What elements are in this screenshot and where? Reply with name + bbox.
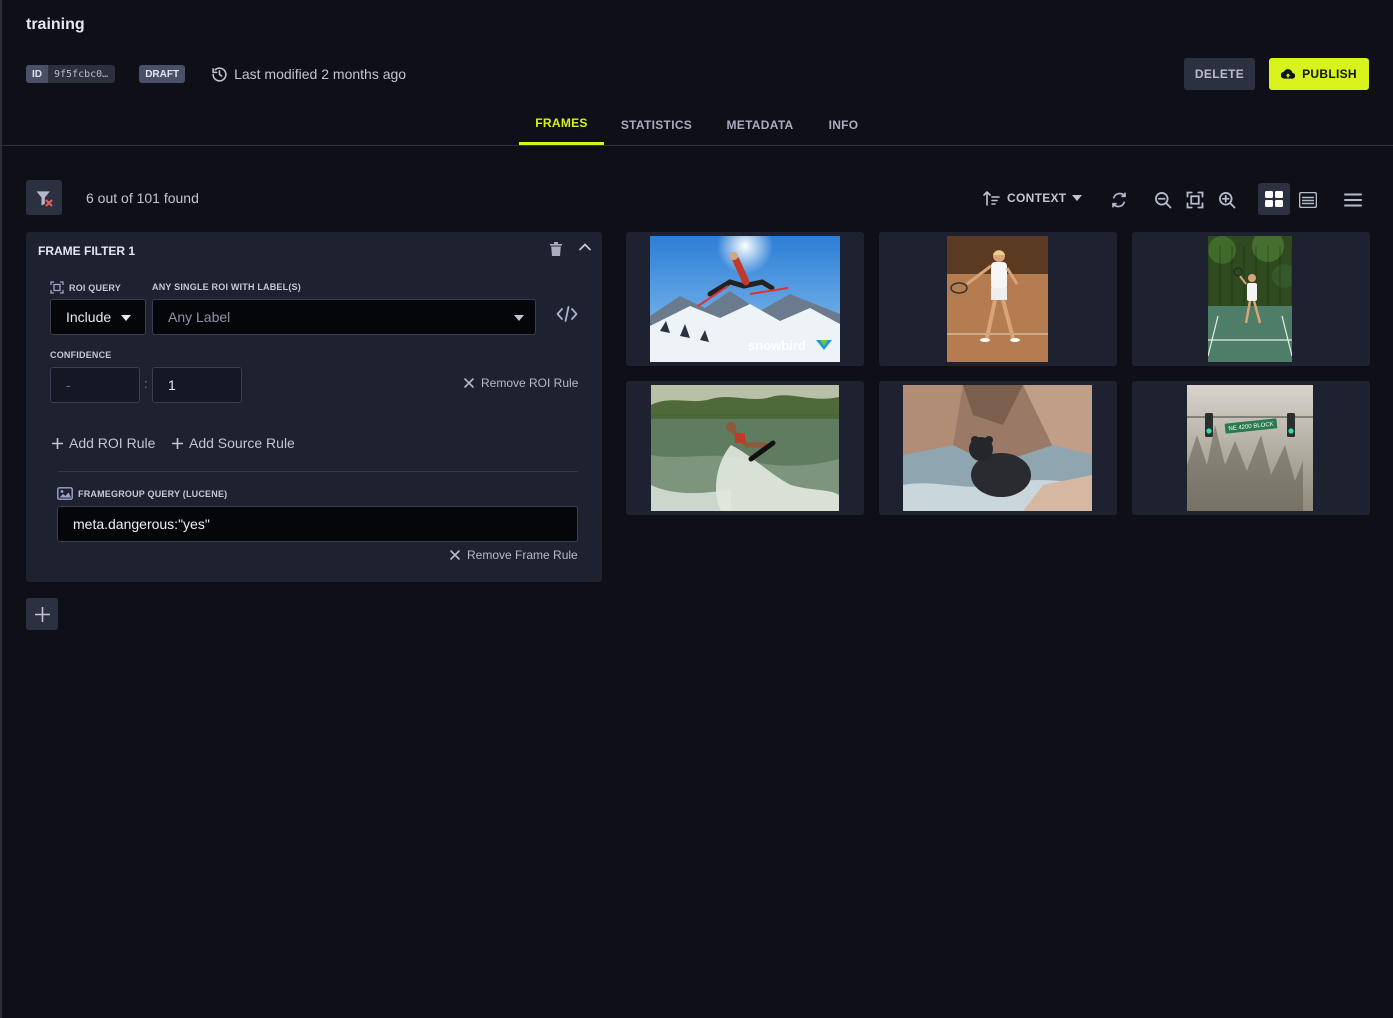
menu-icon[interactable] [1341,188,1365,212]
tab-info[interactable]: INFO [819,104,868,145]
confidence-min-input[interactable]: - [50,367,140,403]
remove-roi-rule-link[interactable]: Remove ROI Rule [464,376,578,390]
sort-dropdown[interactable]: CONTEXT [983,190,1083,206]
id-badge-label: ID [26,65,48,83]
close-icon [464,378,474,388]
chevron-up-icon[interactable] [578,240,592,259]
tab-frames[interactable]: FRAMES [519,104,604,145]
tab-bar: FRAMES STATISTICS METADATA INFO [0,104,1393,146]
frame-thumbnail-skier: snowbird [650,236,840,362]
last-modified: Last modified 2 months ago [211,66,406,83]
include-select-value: Include [66,309,112,325]
frame-thumbnail-tennis-clay [947,236,1048,362]
code-icon[interactable] [556,305,578,328]
tab-statistics[interactable]: STATISTICS [614,104,699,145]
last-modified-text: Last modified 2 months ago [234,66,407,82]
status-badge: DRAFT [139,65,186,83]
framegroup-label-text: FRAMEGROUP QUERY (LUCENE) [78,488,228,499]
frame-thumbnail-bear [903,385,1092,511]
sort-icon [983,190,1000,206]
add-roi-rule-link[interactable]: Add ROI Rule [52,435,155,451]
confidence-max-input[interactable]: 1 [152,367,242,403]
add-filter-button[interactable] [26,598,58,630]
frame-watermark: snowbird [748,338,806,353]
plus-icon [52,437,63,449]
frame-card[interactable] [626,381,864,515]
sort-label: CONTEXT [1007,191,1067,205]
frame-card[interactable] [879,381,1117,515]
frame-thumbnail-tennis-court [1208,236,1292,362]
frame-card[interactable]: NE 4200 BLOCK [1132,381,1370,515]
framegroup-label: FRAMEGROUP QUERY (LUCENE) [57,487,227,500]
confidence-separator: : [144,376,148,391]
filter-clear-button[interactable] [26,180,62,215]
fit-screen-icon[interactable] [1183,188,1207,212]
add-roi-rule-text: Add ROI Rule [69,435,156,451]
trash-icon[interactable] [550,242,562,261]
plus-icon [34,606,50,622]
labels-label: ANY SINGLE ROI WITH LABEL(S) [152,282,301,292]
results-count: 6 out of 101 found [86,190,199,206]
id-badge[interactable]: ID 9f5fcbc0… [26,65,116,83]
refresh-icon[interactable] [1107,188,1131,212]
filter-title: FRAME FILTER 1 [38,244,136,258]
label-select[interactable]: Any Label [152,299,536,335]
label-select-placeholder: Any Label [168,309,231,325]
id-badge-value: 9f5fcbc0… [54,68,109,80]
tab-metadata[interactable]: METADATA [718,104,802,145]
frame-card[interactable]: snowbird [626,232,864,366]
window-edge [0,0,2,1018]
zoom-in-icon[interactable] [1215,188,1239,212]
image-icon [57,487,73,500]
dataset-meta: ID 9f5fcbc0… DRAFT Last modified 2 month… [26,64,406,84]
frame-card[interactable] [1132,232,1370,366]
include-select[interactable]: Include [50,299,146,335]
remove-roi-rule-text: Remove ROI Rule [481,376,579,390]
divider [58,471,578,472]
roi-query-label: ROI QUERY [50,281,121,294]
confidence-label: CONFIDENCE [50,350,112,360]
lucene-query-input[interactable]: meta.dangerous:"yes" [57,506,578,542]
publish-label: PUBLISH [1302,67,1357,81]
frame-thumbnail-wakeboarder [651,385,839,511]
list-view-icon[interactable] [1296,188,1320,212]
remove-frame-rule-text: Remove Frame Rule [467,548,578,562]
chevron-down-icon [1072,195,1083,201]
frame-card[interactable] [879,232,1117,366]
filter-remove-icon [36,190,53,206]
chevron-down-icon [121,315,131,321]
close-icon [450,550,460,560]
chevron-down-icon [514,315,524,321]
delete-button[interactable]: DELETE [1184,58,1255,90]
add-source-rule-text: Add Source Rule [189,435,295,451]
dataset-title: training [26,16,85,33]
publish-button[interactable]: PUBLISH [1269,58,1369,90]
plus-icon [172,437,183,449]
frame-filter-panel: FRAME FILTER 1 ROI QUERY ANY SINGLE ROI … [26,232,602,582]
cloud-upload-icon [1281,69,1296,79]
history-icon [212,66,227,82]
frame-thumbnail-traffic-lights: NE 4200 BLOCK [1187,385,1313,511]
zoom-out-icon[interactable] [1151,188,1175,212]
remove-frame-rule-link[interactable]: Remove Frame Rule [450,548,578,562]
grid-view-button[interactable] [1258,183,1290,215]
grid-view-icon [1265,191,1283,207]
add-source-rule-link[interactable]: Add Source Rule [172,435,295,451]
roi-icon [50,281,64,294]
roi-query-text: ROI QUERY [69,282,121,293]
